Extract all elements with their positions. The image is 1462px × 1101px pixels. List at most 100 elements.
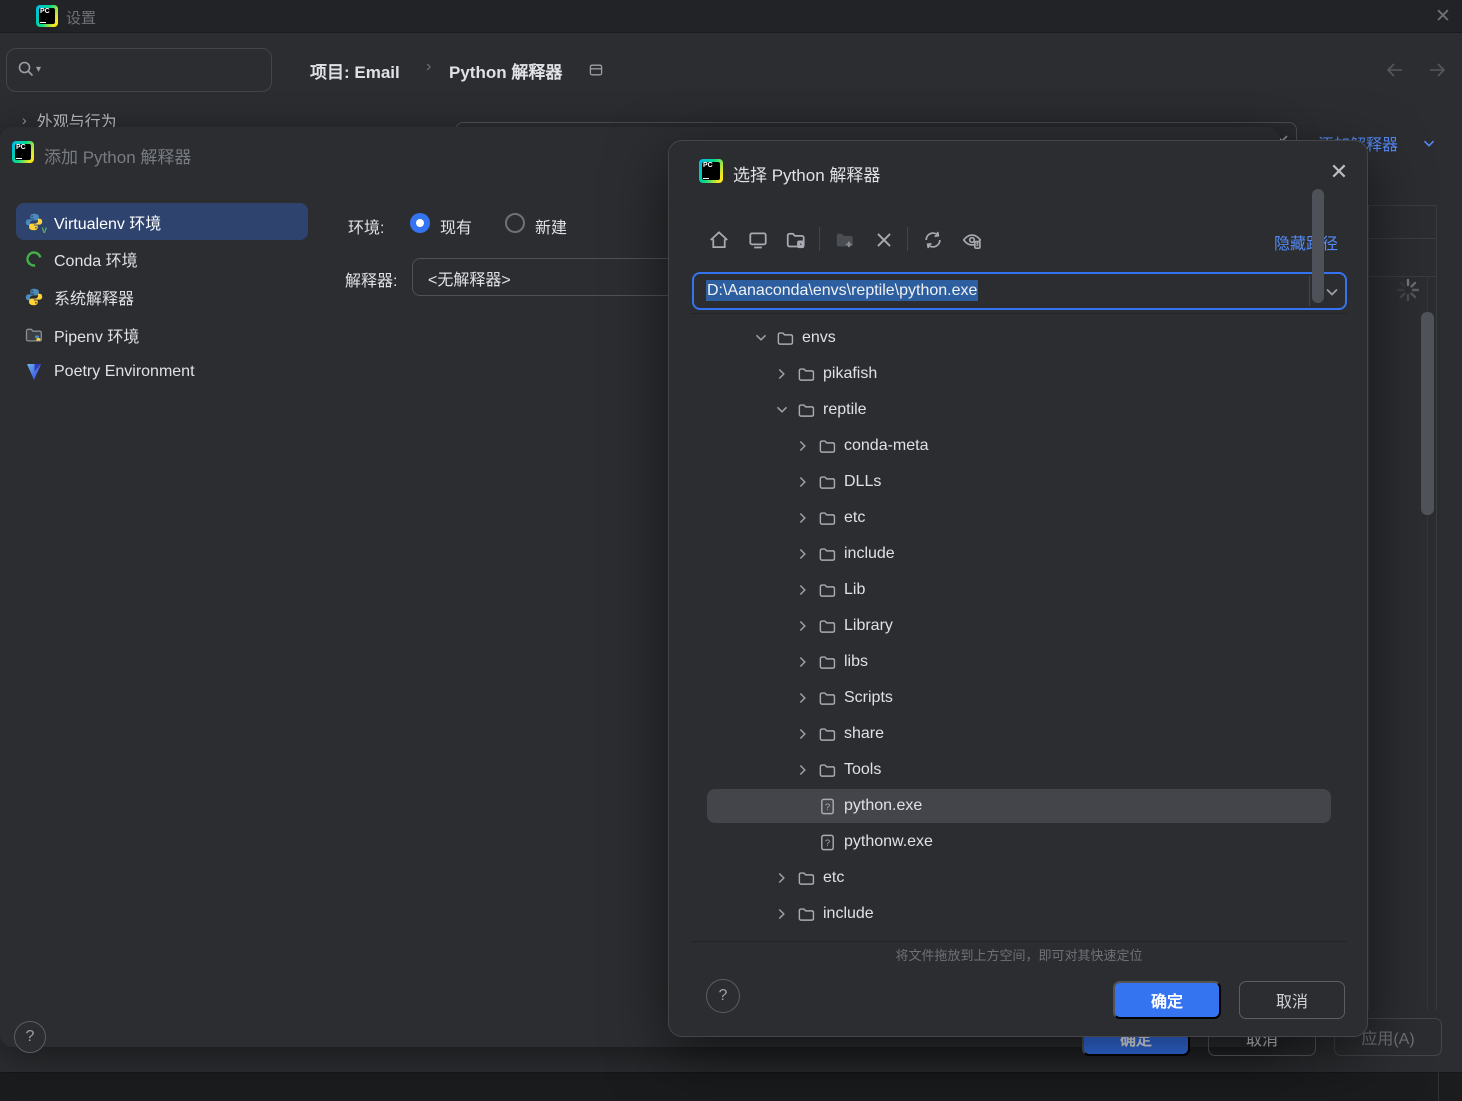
chevron-collapsed-icon[interactable]	[794, 689, 812, 707]
back-arrow-icon[interactable]	[1383, 58, 1407, 82]
help-button[interactable]: ?	[14, 1021, 46, 1053]
chevron-collapsed-icon[interactable]	[794, 581, 812, 599]
chevron-collapsed-icon[interactable]	[773, 905, 791, 923]
tree-row-label: reptile	[823, 401, 867, 418]
folder-icon	[818, 653, 837, 672]
tree-row-label: etc	[823, 869, 845, 886]
tree-row-folder[interactable]: reptile	[692, 392, 1347, 428]
chevron-collapsed-icon[interactable]	[794, 437, 812, 455]
folder-icon	[818, 473, 837, 492]
folder-icon	[776, 329, 795, 348]
help-button[interactable]: ?	[706, 979, 740, 1013]
radio-existing-label[interactable]: 现有	[440, 214, 472, 238]
dialog-ok-button[interactable]: 确定	[1113, 981, 1221, 1019]
pipenv-icon	[24, 325, 44, 345]
tree-row-folder[interactable]	[692, 932, 1347, 942]
tree-row-folder[interactable]: Library	[692, 608, 1347, 644]
chevron-collapsed-icon[interactable]	[794, 761, 812, 779]
tree-row-folder[interactable]: Tools	[692, 752, 1347, 788]
folder-icon	[818, 509, 837, 528]
environment-label: 环境:	[348, 220, 385, 237]
tree-row-file[interactable]: ? pythonw.exe	[692, 824, 1347, 860]
chevron-down-icon	[1420, 134, 1438, 152]
hide-path-link[interactable]: 隐藏路径	[1274, 230, 1338, 254]
chevron-expanded-icon[interactable]	[752, 329, 770, 347]
toolbar-separator	[907, 227, 908, 251]
radio-existing[interactable]	[410, 213, 430, 233]
chevron-collapsed-icon[interactable]	[794, 545, 812, 563]
tree-row-folder[interactable]: include	[692, 896, 1347, 932]
unknown-file-icon: ?	[818, 797, 837, 816]
chevron-down-icon[interactable]	[1322, 282, 1342, 302]
folder-icon	[797, 365, 816, 384]
refresh-icon[interactable]	[918, 225, 948, 255]
tree-row-label: Tools	[844, 761, 882, 778]
show-hidden-files-icon[interactable]	[957, 225, 987, 255]
background-table-border	[1368, 205, 1369, 1010]
chevron-collapsed-icon[interactable]	[794, 725, 812, 743]
delete-icon[interactable]	[869, 225, 899, 255]
settings-close-icon[interactable]: ✕	[1428, 0, 1458, 28]
background-scrollbar-thumb[interactable]	[1421, 312, 1434, 515]
folder-icon	[818, 761, 837, 780]
desktop-icon[interactable]	[743, 225, 773, 255]
svg-text:?: ?	[825, 837, 830, 848]
page-window-icon[interactable]	[588, 62, 604, 78]
tree-row-folder[interactable]: DLLs	[692, 464, 1347, 500]
tree-row-label: Library	[844, 617, 893, 634]
tree-row-label: etc	[844, 509, 866, 526]
radio-new-label[interactable]: 新建	[535, 214, 567, 238]
tree-row-folder[interactable]: etc	[692, 860, 1347, 896]
tree-row-folder[interactable]: Scripts	[692, 680, 1347, 716]
tree-row-folder[interactable]: conda-meta	[692, 428, 1347, 464]
tree-row-folder[interactable]: Lib	[692, 572, 1347, 608]
tree-row-folder[interactable]: libs	[692, 644, 1347, 680]
dialog-cancel-button[interactable]: 取消	[1239, 981, 1345, 1019]
close-icon[interactable]: ✕	[1325, 159, 1353, 185]
chevron-collapsed-icon[interactable]	[794, 653, 812, 671]
chevron-collapsed-icon[interactable]	[773, 365, 791, 383]
tree-row-label: include	[823, 905, 874, 922]
path-input[interactable]: D:\Aanaconda\envs\reptile\python.exe	[692, 272, 1347, 310]
tree-row-folder[interactable]: share	[692, 716, 1347, 752]
sidebar-item-pipenv[interactable]: Pipenv 环境	[16, 316, 308, 353]
folder-icon	[818, 725, 837, 744]
breadcrumb-page[interactable]: Python 解释器	[449, 58, 562, 83]
sidebar-item-conda[interactable]: Conda 环境	[16, 240, 308, 277]
tree-row-folder[interactable]: pikafish	[692, 356, 1347, 392]
chevron-expanded-icon[interactable]	[773, 401, 791, 419]
sidebar-item-label: Conda 环境	[54, 252, 138, 270]
chevron-collapsed-icon[interactable]	[773, 941, 791, 942]
chevron-collapsed-icon[interactable]	[773, 869, 791, 887]
breadcrumb-project[interactable]: 项目: Email	[310, 58, 400, 83]
settings-search-input[interactable]	[6, 48, 272, 92]
tree-row-file[interactable]: ? python.exe	[692, 788, 1347, 824]
new-folder-icon[interactable]	[830, 225, 860, 255]
folder-settings-icon[interactable]	[781, 225, 811, 255]
sidebar-item-poetry[interactable]: Poetry Environment	[16, 353, 308, 390]
combobox-divider	[1309, 276, 1310, 306]
folder-icon	[818, 617, 837, 636]
svg-text:?: ?	[825, 801, 830, 812]
tree-row-label: conda-meta	[844, 437, 929, 454]
tree-row-folder[interactable]: etc	[692, 500, 1347, 536]
folder-icon	[797, 905, 816, 924]
sidebar-item-virtualenv[interactable]: v Virtualenv 环境	[16, 203, 308, 240]
tree-row-folder[interactable]: envs	[692, 320, 1347, 356]
tree-scrollbar-thumb[interactable]	[1312, 189, 1324, 303]
sidebar-item-system[interactable]: 系统解释器	[16, 278, 308, 315]
background-table-border	[1436, 205, 1437, 1010]
radio-new[interactable]	[505, 213, 525, 233]
pycharm-logo-icon: PC	[12, 141, 34, 163]
forward-arrow-icon[interactable]	[1425, 58, 1449, 82]
sidebar-item-label: Poetry Environment	[54, 362, 195, 380]
chevron-collapsed-icon[interactable]	[794, 617, 812, 635]
home-icon[interactable]	[704, 225, 734, 255]
tree-row-folder[interactable]: include	[692, 536, 1347, 572]
chevron-collapsed-icon[interactable]	[794, 509, 812, 527]
poetry-icon	[24, 362, 44, 382]
chevron-collapsed-icon[interactable]	[794, 473, 812, 491]
folder-icon	[797, 401, 816, 420]
tree-row-label: Scripts	[844, 689, 893, 706]
tree-row-label: share	[844, 725, 885, 742]
